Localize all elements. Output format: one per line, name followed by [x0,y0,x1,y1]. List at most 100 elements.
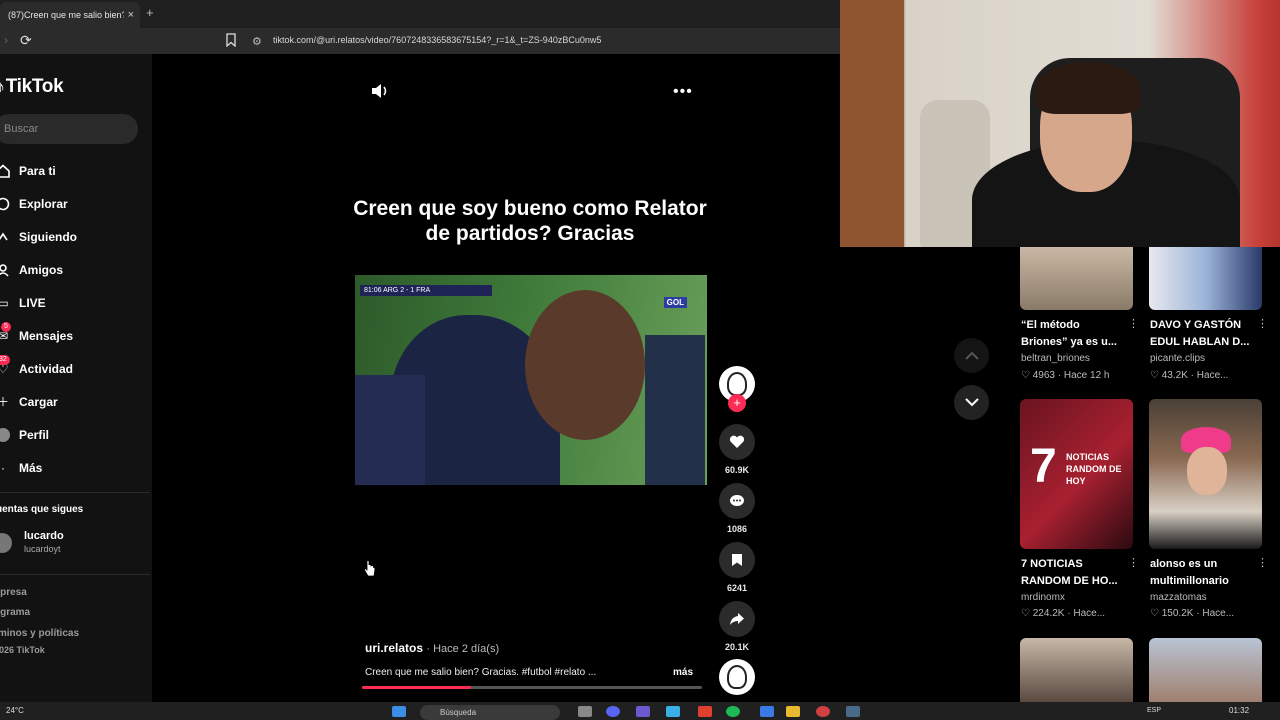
followed-account[interactable]: lucardo lucardoyt [0,528,142,558]
weather-temperature[interactable]: 24°C [6,706,24,715]
comment-icon [730,495,744,506]
thumbnail-text: NOTICIAS RANDOM DE HOY [1066,452,1122,486]
video-frame-player [525,290,645,440]
footer-link[interactable]: npresa [0,587,27,598]
sidebar-item-label: Explorar [19,196,68,211]
video-card-stats: ♡ 224.2K · Hace... [1021,608,1105,619]
app-icon[interactable] [666,706,680,717]
search-input[interactable]: Buscar [0,114,138,144]
video-thumbnail[interactable] [1020,638,1133,702]
heart-outline-icon: ♡ [1150,370,1162,381]
bookmark-icon[interactable] [226,33,236,47]
app-icon[interactable] [816,706,830,717]
sidebar-item-explorar[interactable]: Explorar [0,187,152,220]
video-thumbnail[interactable] [1149,399,1262,549]
share-button[interactable] [719,601,755,637]
tiktok-logo[interactable]: ♪ TikTok [0,76,64,98]
browser-icon[interactable] [698,706,712,717]
video-card-author[interactable]: mrdinomx [1021,592,1065,603]
windows-start-icon[interactable] [392,706,406,717]
card-more-icon[interactable]: ⋮ [1128,317,1139,330]
video-card-title[interactable]: DAVO Y GASTÓN EDUL HABLAN D... [1150,317,1258,351]
card-more-icon[interactable]: ⋮ [1257,556,1268,569]
notification-badge: 5 [1,322,11,332]
heart-outline-icon: ♡ [1021,370,1033,381]
sidebar-item-label: Actividad [19,361,74,376]
sidebar-item-live[interactable]: ▭ LIVE [0,286,152,319]
share-arrow-icon [730,613,744,625]
next-video-button[interactable] [954,385,989,420]
video-thumbnail[interactable]: 7 NOTICIAS RANDOM DE HOY [1020,399,1133,549]
sidebar-divider [0,574,150,575]
thumbnail-face [1187,447,1227,495]
author-name[interactable]: uri.relatos [365,641,423,655]
sidebar-item-siguiendo[interactable]: Siguiendo [0,220,152,253]
reload-icon[interactable]: ⟳ [20,32,32,49]
windows-taskbar: 24°C Búsqueda ESP 01:32 [0,702,1280,720]
card-more-icon[interactable]: ⋮ [1128,556,1139,569]
sidebar-item-mas[interactable]: · Más [0,451,152,484]
progress-fill [362,686,471,689]
profile-icon [0,427,10,442]
compass-icon [0,197,10,210]
video-thumbnail[interactable] [1149,247,1262,310]
volume-icon[interactable] [370,82,390,100]
app-icon[interactable] [636,706,650,717]
footer-link[interactable]: rminos y políticas [0,628,79,639]
sidebar-item-label: Cargar [19,394,58,409]
taskbar-search-input[interactable]: Búsqueda [420,705,560,720]
card-more-icon[interactable]: ⋮ [1257,317,1268,330]
video-card-author[interactable]: picante.clips [1150,353,1205,364]
url-field[interactable]: tiktok.com/@uri.relatos/video/7607248336… [273,35,601,45]
forward-icon[interactable]: › [4,33,8,47]
steam-icon[interactable] [846,706,860,717]
video-player[interactable]: 81:06 ARG 2 - 1 FRA GOL [355,275,707,485]
logo-text: TikTok [5,76,64,97]
music-disc-avatar[interactable] [719,659,755,695]
site-info-icon[interactable]: ⚙ [252,35,262,48]
avatar [0,533,12,553]
following-accounts-header: uentas que sigues [0,504,84,515]
sidebar-item-mensajes[interactable]: ✉ 5 Mensajes [0,319,152,352]
heart-outline-icon: ♡ [1150,608,1162,619]
video-card-author[interactable]: beltran_briones [1021,353,1090,364]
home-icon [0,163,10,178]
sidebar-item-label: Más [19,460,43,475]
video-card-title[interactable]: “El método Briones” ya es u... [1021,317,1129,351]
previous-video-button[interactable] [954,338,989,373]
follow-plus-button[interactable]: + [728,394,746,412]
like-button[interactable] [719,424,755,460]
more-options-icon[interactable]: ••• [673,83,693,101]
sidebar-item-actividad[interactable]: ♡ 32 Actividad [0,352,152,385]
post-time: · Hace 2 día(s) [426,643,500,655]
share-count: 20.1K [724,642,750,652]
more-description-button[interactable]: más [673,667,693,678]
sidebar-item-perfil[interactable]: Perfil [0,418,152,451]
video-card-stats: ♡ 43.2K · Hace... [1150,370,1228,381]
tab-close-button[interactable]: × [128,9,134,21]
sidebar-item-amigos[interactable]: Amigos [0,253,152,286]
browser-tab[interactable]: (87)Creen que me salio bien? × [0,2,140,28]
spotify-icon[interactable] [726,706,740,717]
heart-outline-icon: ♡ [1021,608,1033,619]
video-card-title[interactable]: 7 NOTICIAS RANDOM DE HO... [1021,556,1129,590]
sidebar-item-para-ti[interactable]: Para ti [0,154,152,187]
video-thumbnail[interactable] [1149,638,1262,702]
video-thumbnail[interactable] [1020,247,1133,310]
video-progress-bar[interactable] [362,686,702,689]
taskbar-clock[interactable]: 01:32 [1229,706,1249,715]
comment-button[interactable] [719,483,755,519]
discord-icon[interactable] [606,706,620,717]
app-icon[interactable] [760,706,774,717]
taskview-icon[interactable] [578,706,592,717]
footer-link[interactable]: ograma [0,607,30,618]
video-card-author[interactable]: mazzatomas [1150,592,1207,603]
live-icon: ▭ [0,295,9,310]
keyboard-language[interactable]: ESP [1147,707,1161,714]
sidebar-item-label: Mensajes [19,328,74,343]
sidebar-item-cargar[interactable]: ＋ Cargar [0,385,152,418]
save-button[interactable] [719,542,755,578]
video-card-title[interactable]: alonso es un multimillonario [1150,556,1258,590]
folder-icon[interactable] [786,706,800,717]
new-tab-button[interactable]: + [146,5,154,20]
